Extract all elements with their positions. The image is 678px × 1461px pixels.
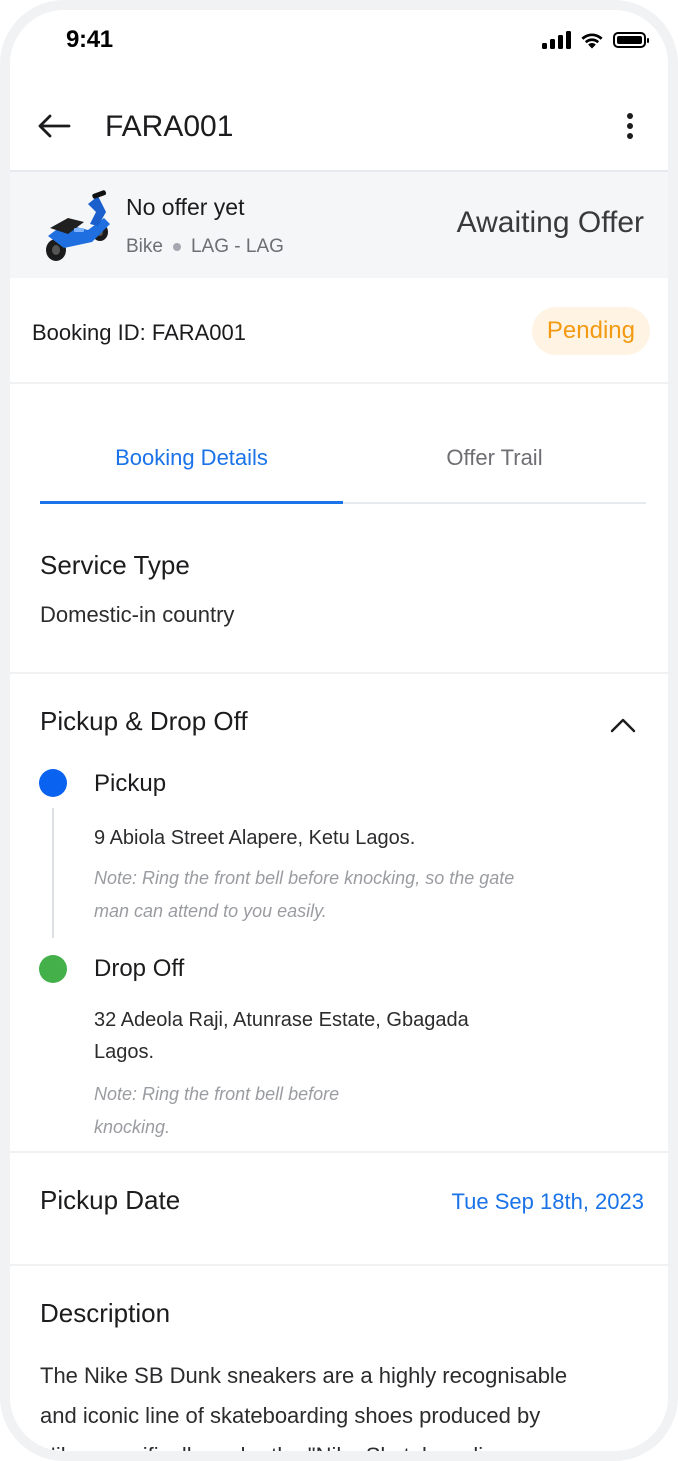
route-connector-line	[52, 808, 54, 938]
pickup-address: 9 Abiola Street Alapere, Ketu Lagos.	[94, 827, 416, 849]
arrow-left-icon	[38, 114, 71, 138]
more-options-button[interactable]	[610, 106, 650, 146]
offer-status: Awaiting Offer	[456, 206, 644, 239]
route-label: LAG - LAG	[190, 236, 284, 257]
offer-title: No offer yet	[126, 194, 245, 220]
pickup-date-section: Pickup Date Tue Sep 18th, 2023	[10, 1153, 668, 1266]
status-icons	[542, 28, 649, 52]
wifi-icon	[581, 33, 603, 49]
dropoff-note-line1: Note: Ring the front bell before	[94, 1084, 340, 1104]
pickup-dropoff-heading: Pickup & Drop Off	[40, 706, 248, 736]
description-section: Description The Nike SB Dunk sneakers ar…	[10, 1266, 668, 1451]
status-time: 9:41	[66, 26, 113, 53]
pickup-label: Pickup	[94, 770, 167, 797]
dropoff-address-line1: 32 Adeola Raji, Atunrase Estate, Gbagada	[94, 1009, 469, 1031]
dropoff-dot	[39, 955, 67, 983]
description-line1: The Nike SB Dunk sneakers are a highly r…	[40, 1363, 568, 1388]
battery-icon	[613, 32, 649, 48]
pickup-note-line2: man can attend to you easily.	[94, 901, 327, 921]
description-heading: Description	[40, 1298, 171, 1328]
pickup-dot	[39, 769, 67, 797]
offer-meta: Bike LAG - LAG	[126, 236, 284, 258]
dropoff-label: Drop Off	[94, 955, 185, 982]
service-type-value: Domestic-in country	[40, 602, 235, 627]
back-button[interactable]	[34, 106, 74, 146]
pickup-date-label: Pickup Date	[40, 1185, 181, 1215]
screen: 9:41 FARA001 No offer yet Bike LAG - LAG…	[10, 10, 668, 1451]
phone-frame: 9:41 FARA001 No offer yet Bike LAG - LAG…	[0, 0, 678, 1461]
service-type-section: Service Type Domestic-in country	[10, 504, 668, 674]
more-vertical-icon	[627, 113, 633, 139]
scooter-illustration	[46, 190, 110, 261]
booking-id: Booking ID: FARA001	[32, 320, 247, 345]
tab-offer-trail[interactable]: Offer Trail	[343, 414, 646, 502]
chevron-up-icon	[610, 718, 636, 733]
dropoff-address-line2: Lagos.	[94, 1041, 155, 1063]
description-line3: Nike, specifically under the "Nike Skate…	[40, 1436, 640, 1451]
separator-dot	[172, 243, 181, 251]
service-type-heading: Service Type	[40, 550, 190, 580]
status-badge: Pending	[531, 307, 650, 355]
offer-summary: No offer yet Bike LAG - LAG Awaiting Off…	[10, 172, 668, 278]
top-app-bar: FARA001	[10, 80, 668, 172]
description-line2: and iconic line of skateboarding shoes p…	[40, 1403, 541, 1428]
pickup-dropoff-section: Pickup & Drop Off Pickup 9 Abiola Street…	[10, 674, 668, 1153]
dropoff-note-line2: knocking.	[94, 1117, 171, 1137]
tab-bar: Booking Details Offer Trail	[40, 414, 646, 504]
booking-id-row: Booking ID: FARA001 Pending	[10, 278, 668, 384]
tab-booking-details[interactable]: Booking Details	[40, 414, 343, 504]
status-bar: 9:41	[10, 10, 668, 80]
collapse-toggle[interactable]	[608, 710, 638, 740]
pickup-date-value: Tue Sep 18th, 2023	[451, 1189, 644, 1214]
pickup-note-line1: Note: Ring the front bell before knockin…	[94, 868, 515, 888]
vehicle-type: Bike	[126, 236, 163, 257]
page-title: FARA001	[105, 110, 234, 143]
cellular-signal-icon	[542, 31, 571, 49]
